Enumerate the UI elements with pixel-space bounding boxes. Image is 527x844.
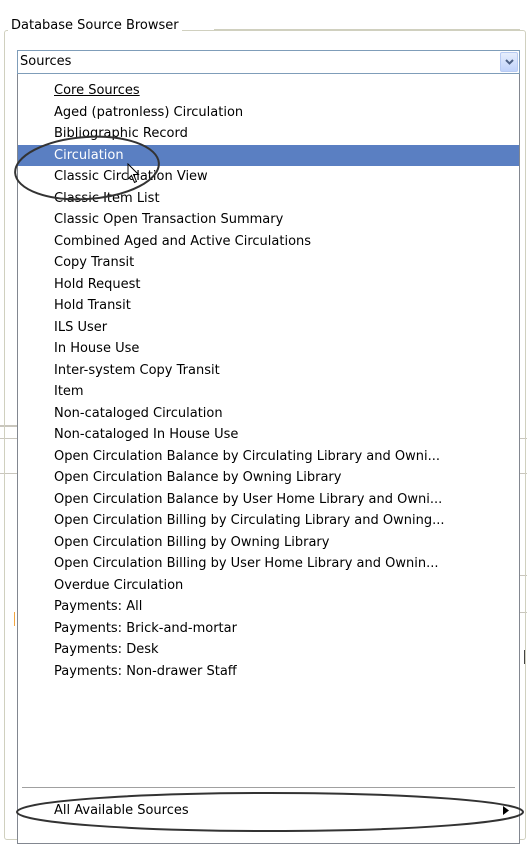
sources-dropdown-menu: Core Sources Aged (patronless) Circulati… <box>17 74 520 844</box>
list-item[interactable]: Combined Aged and Active Circulations <box>18 231 519 253</box>
list-item[interactable]: Non-cataloged Circulation <box>18 403 519 425</box>
list-item[interactable]: Open Circulation Billing by Circulating … <box>18 510 519 532</box>
list-item[interactable]: Open Circulation Billing by User Home Li… <box>18 553 519 575</box>
list-item[interactable]: Hold Request <box>18 274 519 296</box>
list-item[interactable]: Payments: Brick-and-mortar <box>18 618 519 640</box>
list-item[interactable]: Inter-system Copy Transit <box>18 360 519 382</box>
menu-group-header: Core Sources <box>18 80 519 102</box>
sources-list: Core Sources Aged (patronless) Circulati… <box>18 80 519 682</box>
list-item[interactable]: Classic Open Transaction Summary <box>18 209 519 231</box>
list-item[interactable]: Overdue Circulation <box>18 575 519 597</box>
list-item[interactable]: Hold Transit <box>18 295 519 317</box>
panel-legend: Database Source Browser <box>8 18 182 33</box>
list-item[interactable]: Open Circulation Balance by Owning Libra… <box>18 467 519 489</box>
dropdown-toggle-button[interactable] <box>500 52 518 72</box>
list-item[interactable]: Non-cataloged In House Use <box>18 424 519 446</box>
mouse-cursor-icon <box>127 163 140 184</box>
list-item-selected[interactable]: Circulation <box>18 144 519 167</box>
list-item[interactable]: Payments: Desk <box>18 639 519 661</box>
list-item[interactable]: Open Circulation Balance by Circulating … <box>18 446 519 468</box>
list-item[interactable]: ILS User <box>18 317 519 339</box>
list-item[interactable]: Classic Item List <box>18 188 519 210</box>
sources-select-value: Sources <box>20 54 72 69</box>
list-item[interactable]: Open Circulation Balance by User Home Li… <box>18 489 519 511</box>
list-item[interactable]: In House Use <box>18 338 519 360</box>
chevron-down-icon <box>505 59 514 65</box>
list-item[interactable]: Bibliographic Record <box>18 123 519 145</box>
list-item[interactable]: Classic Circulation View <box>18 166 519 188</box>
list-item[interactable]: Payments: All <box>18 596 519 618</box>
all-available-sources-submenu[interactable]: All Available Sources <box>18 800 519 822</box>
menu-group-header-label: Core Sources <box>54 83 140 98</box>
list-item[interactable]: Aged (patronless) Circulation <box>18 102 519 124</box>
menu-separator <box>22 787 515 788</box>
triangle-right-icon <box>503 806 509 815</box>
list-item[interactable]: Item <box>18 381 519 403</box>
submenu-label: All Available Sources <box>54 803 189 818</box>
sources-select[interactable]: Sources <box>17 50 520 74</box>
list-item[interactable]: Copy Transit <box>18 252 519 274</box>
legend-rule <box>214 29 520 30</box>
list-item[interactable]: Payments: Non-drawer Staff <box>18 661 519 683</box>
list-item[interactable]: Open Circulation Billing by Owning Libra… <box>18 532 519 554</box>
